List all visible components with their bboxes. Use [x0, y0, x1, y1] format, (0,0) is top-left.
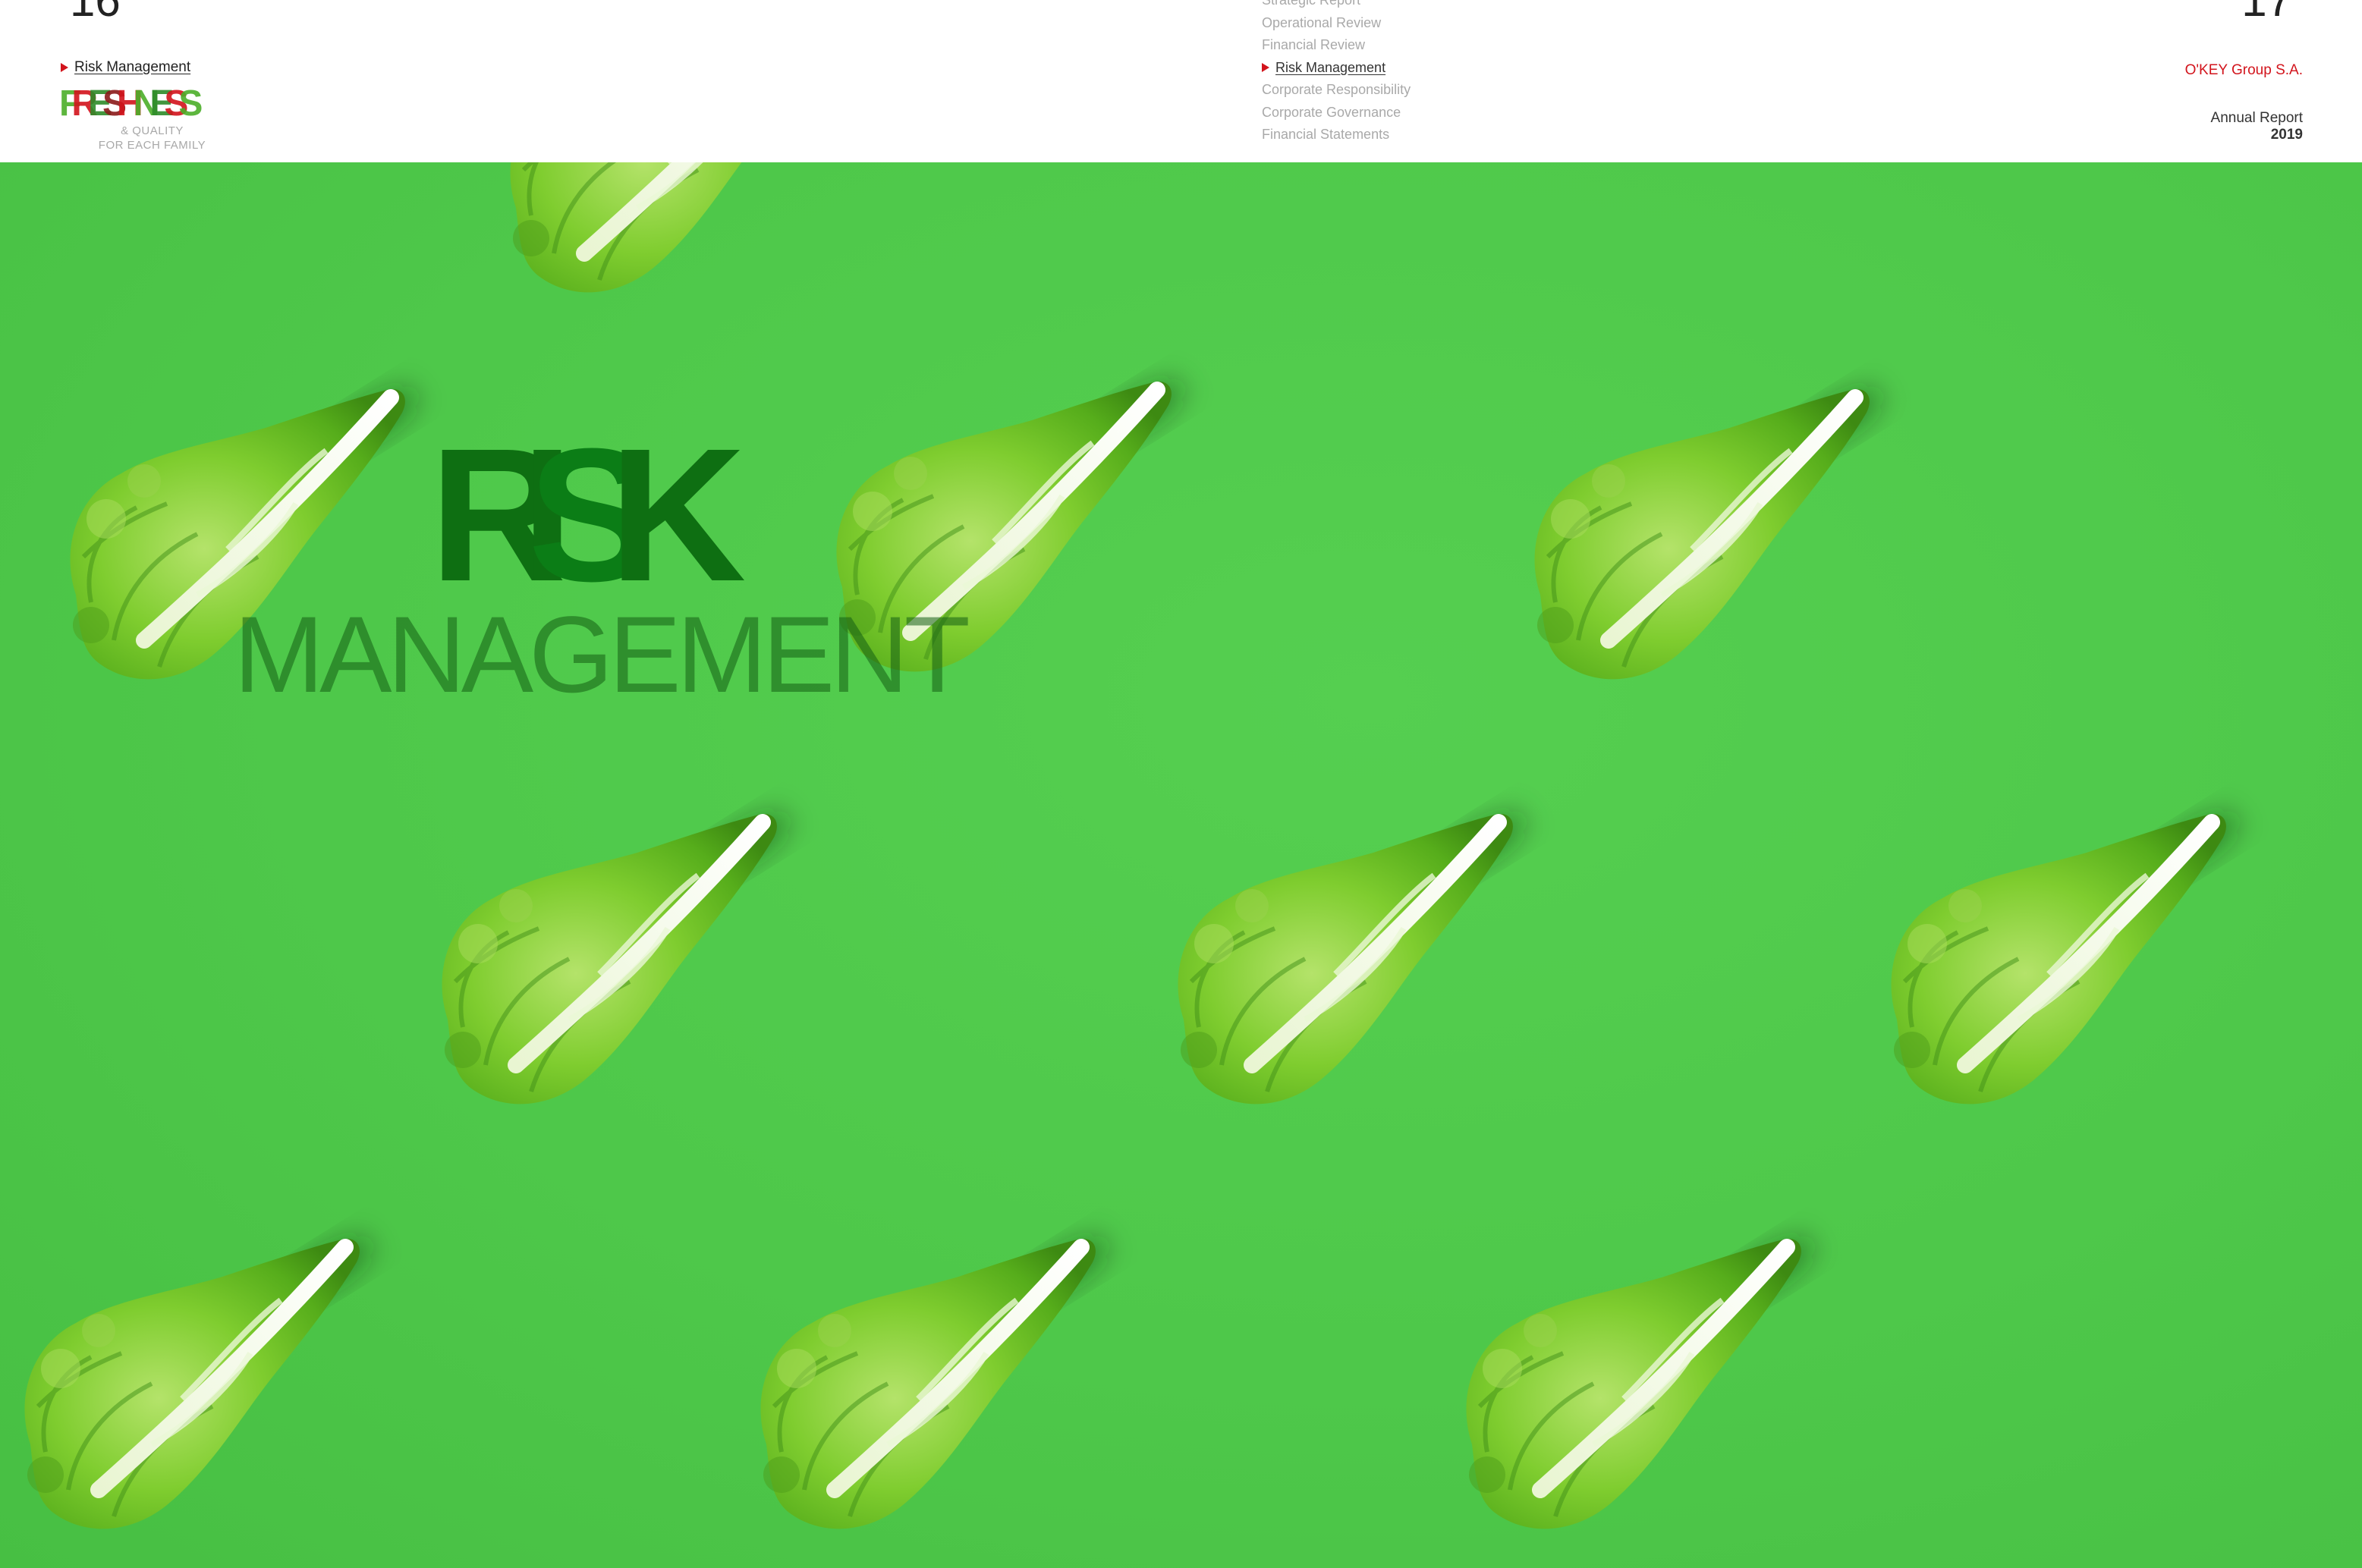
title-letter: S [528, 409, 655, 621]
logo-letter: H [117, 83, 143, 124]
page-number-right: 17 [2241, 0, 2292, 26]
nav-item-corporate-governance[interactable]: Corporate Governance [1262, 102, 1411, 124]
breadcrumb-label: Risk Management [74, 59, 191, 75]
company-name: O'KEY Group S.A. [2184, 62, 2303, 78]
logo-letter: R [71, 83, 97, 124]
lettuce-leaf-image [486, 162, 880, 306]
lettuce-leaf-image [1867, 792, 2261, 1118]
logo-letter: E [149, 83, 174, 124]
title-letter: K [609, 409, 746, 621]
report-label: Annual Report 2019 [2211, 110, 2303, 143]
hero-section: RISK MANAGEMENT [0, 162, 2362, 1568]
logo-letter: S [102, 83, 127, 124]
logo-letter: F [59, 83, 82, 124]
section-title-risk: RISK [429, 409, 746, 621]
freshness-logo: FRESHNESS & QUALITY FOR EACH FAMILY [59, 85, 230, 152]
breadcrumb-arrow-icon [61, 63, 68, 72]
title-letter: I [521, 409, 577, 621]
nav-item-financial-review[interactable]: Financial Review [1262, 34, 1411, 57]
lettuce-leaf-image [417, 792, 812, 1118]
logo-letter: N [133, 83, 159, 124]
lettuce-leaf-image [1442, 1217, 1836, 1543]
nav-item-strategic-report[interactable]: Strategic Report [1262, 0, 1411, 12]
section-title-management: MANAGEMENT [234, 595, 970, 715]
lettuce-leaf-image [736, 1217, 1131, 1543]
nav-item-risk-management[interactable]: Risk Management [1262, 57, 1411, 80]
page-header: 16 17 Risk Management FRESHNESS & QUALIT… [0, 0, 2362, 162]
logo-tagline-2: FOR EACH FAMILY [98, 139, 206, 152]
nav-item-financial-statements[interactable]: Financial Statements [1262, 124, 1411, 146]
nav-item-operational-review[interactable]: Operational Review [1262, 12, 1411, 35]
nav-item-corporate-responsibility[interactable]: Corporate Responsibility [1262, 79, 1411, 102]
logo-wordmark: FRESHNESS [59, 85, 215, 123]
page-number-left: 16 [70, 0, 121, 26]
logo-letter: E [88, 83, 112, 124]
logo-letter: S [178, 83, 203, 124]
title-letter: R [429, 409, 566, 621]
report-title: Annual Report [2210, 110, 2303, 126]
report-year: 2019 [2270, 127, 2303, 143]
section-nav: Strategic Report Operational Review Fina… [1262, 0, 1411, 146]
lettuce-leaf-image [0, 1217, 395, 1543]
logo-tagline-1: & QUALITY [121, 124, 184, 137]
lettuce-leaf-image [1510, 367, 1904, 693]
logo-letter: S [164, 83, 188, 124]
nav-active-arrow-icon [1262, 63, 1269, 73]
breadcrumb[interactable]: Risk Management [61, 59, 190, 76]
lettuce-leaf-image [1153, 792, 1548, 1118]
